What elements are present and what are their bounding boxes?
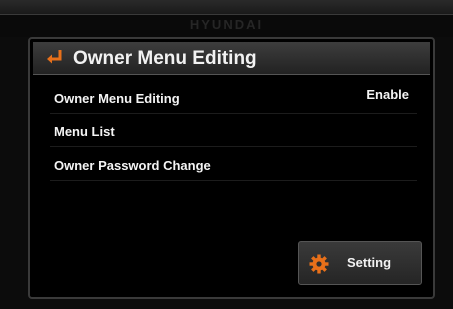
menu-item-menu-list[interactable]: Menu List: [50, 120, 417, 147]
screen: Owner Menu Editing Owner Menu Editing En…: [28, 37, 435, 299]
menu-item-owner-menu-editing[interactable]: Owner Menu Editing Enable: [50, 87, 417, 114]
gear-icon: [309, 254, 329, 274]
setting-button-label: Setting: [347, 255, 392, 270]
menu-item-label: Owner Menu Editing: [54, 91, 180, 106]
back-arrow-icon: [47, 50, 62, 64]
back-button[interactable]: [44, 47, 66, 69]
header-bar: Owner Menu Editing: [33, 42, 430, 75]
brand-logo: HYUNDAI: [189, 17, 264, 32]
menu-item-label: Menu List: [54, 124, 115, 139]
menu-item-status: Enable: [366, 87, 409, 102]
page-title: Owner Menu Editing: [73, 48, 257, 69]
menu-item-label: Owner Password Change: [54, 158, 211, 173]
device-bezel: [0, 0, 453, 15]
setting-button[interactable]: Setting: [298, 241, 422, 285]
brand-strip: HYUNDAI: [0, 15, 453, 37]
menu-item-owner-password-change[interactable]: Owner Password Change: [50, 154, 417, 181]
